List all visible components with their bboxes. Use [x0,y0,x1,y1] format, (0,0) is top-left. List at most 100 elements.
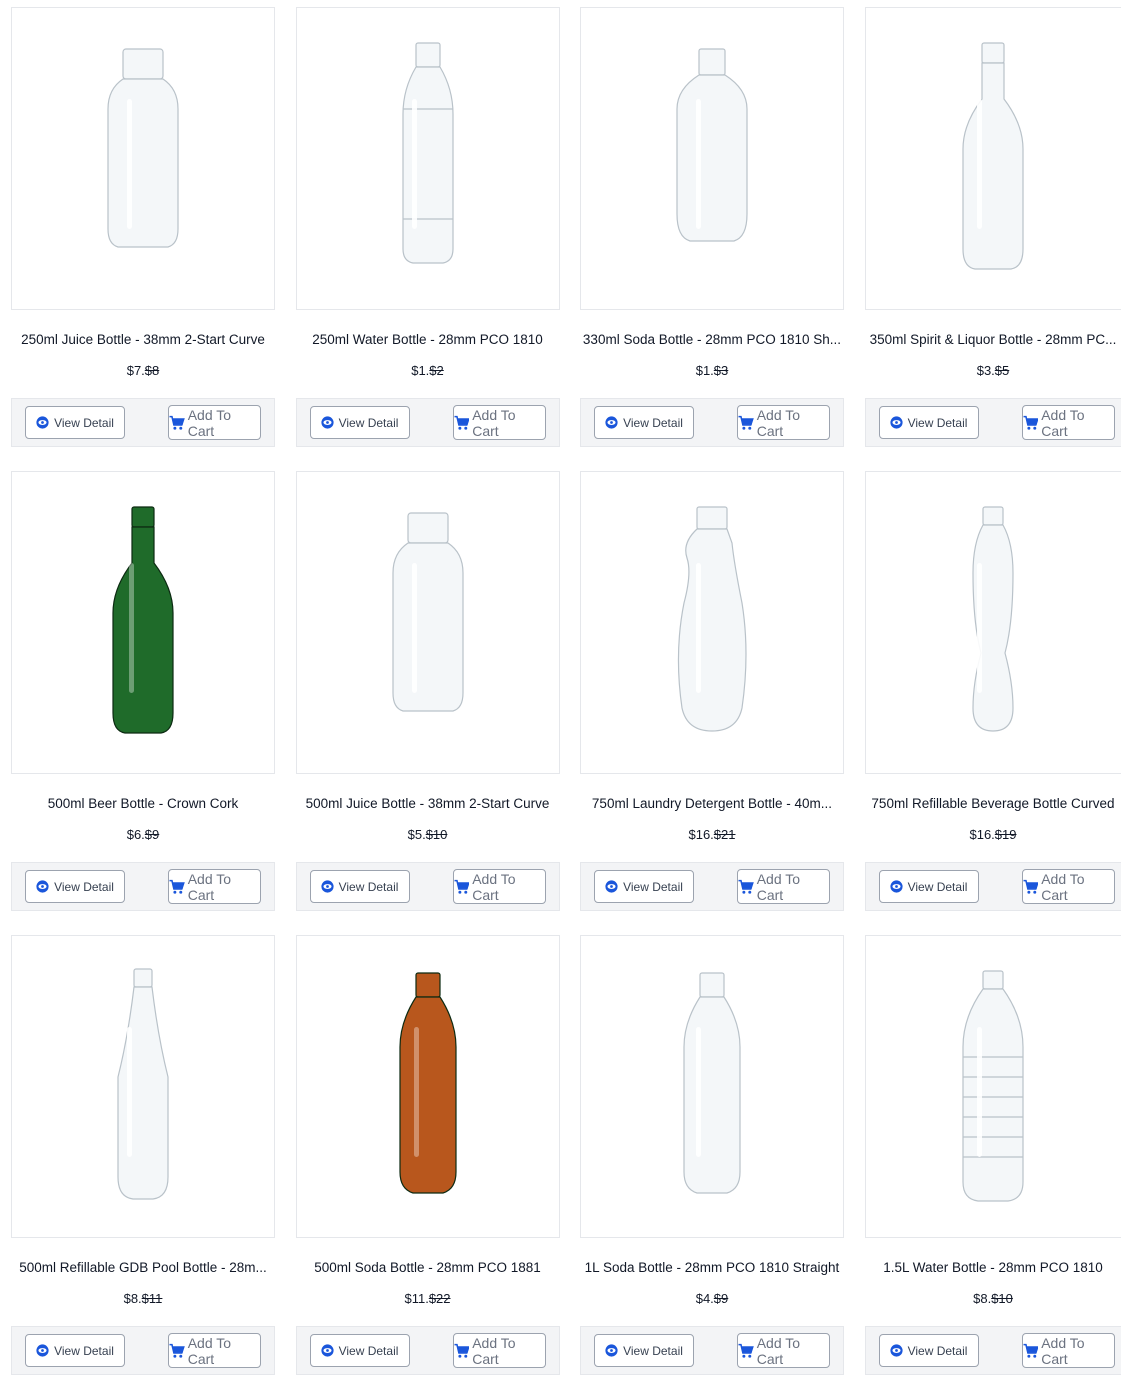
view-detail-button[interactable]: View Detail [310,1334,410,1367]
original-price: $10 [991,1291,1013,1306]
product-title[interactable]: 1.5L Water Bottle - 28mm PCO 1810 [861,1260,1121,1275]
product-image[interactable] [580,7,844,310]
add-to-cart-label: Add To Cart [472,871,544,903]
card-actions: View Detail Add To Cart [11,1326,275,1375]
view-detail-button[interactable]: View Detail [310,870,410,903]
cart-icon [738,1343,754,1359]
product-title[interactable]: 750ml Refillable Beverage Bottle Curved [861,796,1121,811]
product-title[interactable]: 500ml Beer Bottle - Crown Cork [7,796,279,811]
bottle-illustration [933,39,1053,279]
product-card: 330ml Soda Bottle - 28mm PCO 1810 Sh... … [580,7,844,471]
current-price: $16. [688,827,713,842]
product-title[interactable]: 500ml Juice Bottle - 38mm 2-Start Curve [292,796,564,811]
product-price: $8.$10 [865,1291,1121,1306]
view-detail-button[interactable]: View Detail [594,870,694,903]
view-detail-button[interactable]: View Detail [879,870,979,903]
product-image[interactable] [296,7,560,310]
product-image[interactable] [865,7,1121,310]
product-image[interactable] [580,471,844,774]
current-price: $3. [977,363,995,378]
product-title[interactable]: 350ml Spirit & Liquor Bottle - 28mm PC..… [861,332,1121,347]
current-price: $8. [973,1291,991,1306]
add-to-cart-button[interactable]: Add To Cart [453,1333,546,1368]
add-to-cart-button[interactable]: Add To Cart [737,405,830,440]
add-to-cart-label: Add To Cart [188,871,260,903]
add-to-cart-button[interactable]: Add To Cart [1022,405,1115,440]
product-image[interactable] [865,471,1121,774]
bottle-illustration [83,503,203,743]
eye-icon [36,880,49,893]
product-price: $1.$3 [580,363,844,378]
product-image[interactable] [296,935,560,1238]
cart-icon [1023,1343,1039,1359]
product-image[interactable] [11,471,275,774]
product-image[interactable] [865,935,1121,1238]
view-detail-button[interactable]: View Detail [310,406,410,439]
view-detail-button[interactable]: View Detail [594,1334,694,1367]
card-actions: View Detail Add To Cart [11,862,275,911]
view-detail-label: View Detail [623,1344,683,1358]
original-price: $9 [145,827,159,842]
product-price: $1.$2 [296,363,560,378]
card-actions: View Detail Add To Cart [296,1326,560,1375]
eye-icon [36,416,49,429]
product-title[interactable]: 750ml Laundry Detergent Bottle - 40m... [576,796,848,811]
cart-icon [169,879,185,895]
current-price: $8. [124,1291,142,1306]
view-detail-label: View Detail [339,416,399,430]
product-image[interactable] [11,935,275,1238]
card-actions: View Detail Add To Cart [296,398,560,447]
add-to-cart-button[interactable]: Add To Cart [168,1333,261,1368]
product-title[interactable]: 330ml Soda Bottle - 28mm PCO 1810 Sh... [576,332,848,347]
add-to-cart-button[interactable]: Add To Cart [453,869,546,904]
current-price: $1. [411,363,429,378]
bottle-illustration [83,967,203,1207]
current-price: $4. [696,1291,714,1306]
product-title[interactable]: 500ml Refillable GDB Pool Bottle - 28m..… [7,1260,279,1275]
add-to-cart-label: Add To Cart [188,1335,260,1367]
add-to-cart-label: Add To Cart [1041,871,1113,903]
eye-icon [321,1344,334,1357]
product-title[interactable]: 500ml Soda Bottle - 28mm PCO 1881 [292,1260,564,1275]
product-card: 750ml Laundry Detergent Bottle - 40m... … [580,471,844,935]
view-detail-label: View Detail [908,880,968,894]
add-to-cart-button[interactable]: Add To Cart [1022,869,1115,904]
view-detail-button[interactable]: View Detail [25,406,125,439]
product-title[interactable]: 250ml Juice Bottle - 38mm 2-Start Curve [7,332,279,347]
add-to-cart-label: Add To Cart [472,1335,544,1367]
cart-icon [738,415,754,431]
bottle-illustration [368,967,488,1207]
add-to-cart-button[interactable]: Add To Cart [1022,1333,1115,1368]
view-detail-button[interactable]: View Detail [879,1334,979,1367]
product-price: $5.$10 [296,827,560,842]
original-price: $5 [995,363,1009,378]
eye-icon [605,880,618,893]
product-title[interactable]: 1L Soda Bottle - 28mm PCO 1810 Straight [576,1260,848,1275]
product-image[interactable] [296,471,560,774]
view-detail-button[interactable]: View Detail [25,870,125,903]
cart-icon [169,415,185,431]
add-to-cart-button[interactable]: Add To Cart [168,869,261,904]
current-price: $7. [127,363,145,378]
cart-icon [169,1343,185,1359]
view-detail-button[interactable]: View Detail [25,1334,125,1367]
product-card: 350ml Spirit & Liquor Bottle - 28mm PC..… [865,7,1121,471]
add-to-cart-button[interactable]: Add To Cart [737,869,830,904]
product-image[interactable] [11,7,275,310]
product-title[interactable]: 250ml Water Bottle - 28mm PCO 1810 [292,332,564,347]
bottle-illustration [83,39,203,279]
product-price: $4.$9 [580,1291,844,1306]
view-detail-button[interactable]: View Detail [594,406,694,439]
product-card: 250ml Juice Bottle - 38mm 2-Start Curve … [11,7,275,471]
product-image[interactable] [580,935,844,1238]
original-price: $3 [714,363,728,378]
view-detail-label: View Detail [623,880,683,894]
view-detail-label: View Detail [908,416,968,430]
add-to-cart-button[interactable]: Add To Cart [737,1333,830,1368]
add-to-cart-button[interactable]: Add To Cart [453,405,546,440]
add-to-cart-label: Add To Cart [1041,1335,1113,1367]
card-actions: View Detail Add To Cart [580,1326,844,1375]
view-detail-button[interactable]: View Detail [879,406,979,439]
view-detail-label: View Detail [54,416,114,430]
add-to-cart-button[interactable]: Add To Cart [168,405,261,440]
